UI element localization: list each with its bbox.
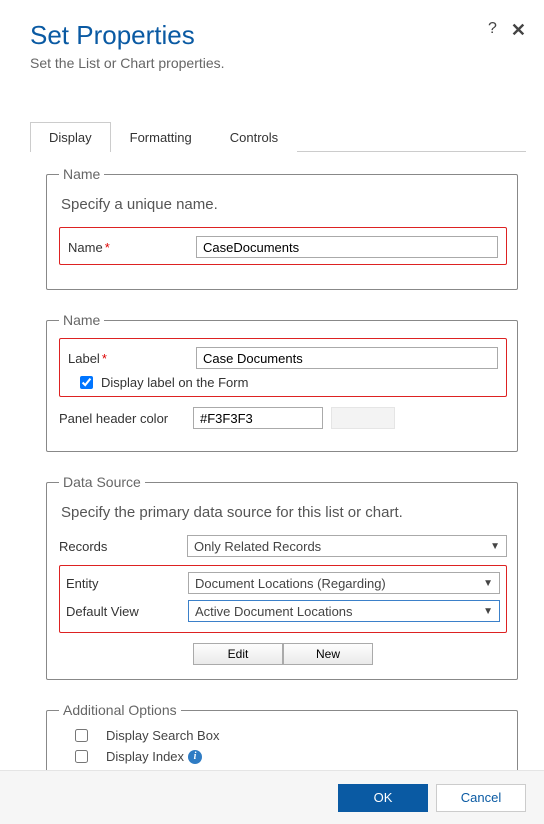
tab-formatting[interactable]: Formatting — [111, 122, 211, 152]
default-view-label: Default View — [66, 604, 188, 619]
panel-color-label: Panel header color — [59, 411, 193, 426]
name-input[interactable] — [196, 236, 498, 258]
panel-color-swatch[interactable] — [331, 407, 395, 429]
label-input[interactable] — [196, 347, 498, 369]
chevron-down-icon: ▼ — [483, 578, 493, 589]
help-icon[interactable]: ? — [488, 20, 497, 38]
display-label-checkbox[interactable] — [80, 376, 93, 389]
label-section-legend: Name — [59, 312, 104, 328]
name-section-legend: Name — [59, 166, 104, 182]
new-button[interactable]: New — [283, 643, 373, 665]
search-box-label: Display Search Box — [106, 728, 219, 743]
tab-display[interactable]: Display — [30, 122, 111, 152]
search-box-checkbox[interactable] — [75, 729, 88, 742]
edit-button[interactable]: Edit — [193, 643, 283, 665]
tab-bar: Display Formatting Controls — [30, 121, 526, 152]
label-section: Name Label* Display label on the Form Pa… — [46, 312, 518, 452]
panel-color-input[interactable] — [193, 407, 323, 429]
dialog-subtitle: Set the List or Chart properties. — [30, 55, 526, 71]
dialog-title: Set Properties — [30, 20, 488, 51]
close-icon[interactable]: ✕ — [511, 20, 526, 41]
default-view-select[interactable]: Active Document Locations▼ — [188, 600, 500, 622]
dialog-footer: OK Cancel — [0, 770, 544, 824]
name-label: Name* — [68, 240, 196, 255]
records-select[interactable]: Only Related Records▼ — [187, 535, 507, 557]
datasource-legend: Data Source — [59, 474, 145, 490]
display-index-label: Display Index — [106, 749, 184, 764]
records-label: Records — [59, 539, 187, 554]
datasource-section: Data Source Specify the primary data sou… — [46, 474, 518, 680]
entity-label: Entity — [66, 576, 188, 591]
display-label-text: Display label on the Form — [101, 375, 248, 390]
ok-button[interactable]: OK — [338, 784, 428, 812]
chevron-down-icon: ▼ — [483, 606, 493, 617]
additional-legend: Additional Options — [59, 702, 181, 718]
label-field-label: Label* — [68, 351, 196, 366]
cancel-button[interactable]: Cancel — [436, 784, 526, 812]
datasource-helper: Specify the primary data source for this… — [61, 504, 507, 521]
info-icon[interactable]: i — [188, 750, 202, 764]
entity-select[interactable]: Document Locations (Regarding)▼ — [188, 572, 500, 594]
name-section: Name Specify a unique name. Name* — [46, 166, 518, 290]
name-helper: Specify a unique name. — [61, 196, 507, 213]
display-index-checkbox[interactable] — [75, 750, 88, 763]
chevron-down-icon: ▼ — [490, 541, 500, 552]
tab-controls[interactable]: Controls — [211, 122, 297, 152]
